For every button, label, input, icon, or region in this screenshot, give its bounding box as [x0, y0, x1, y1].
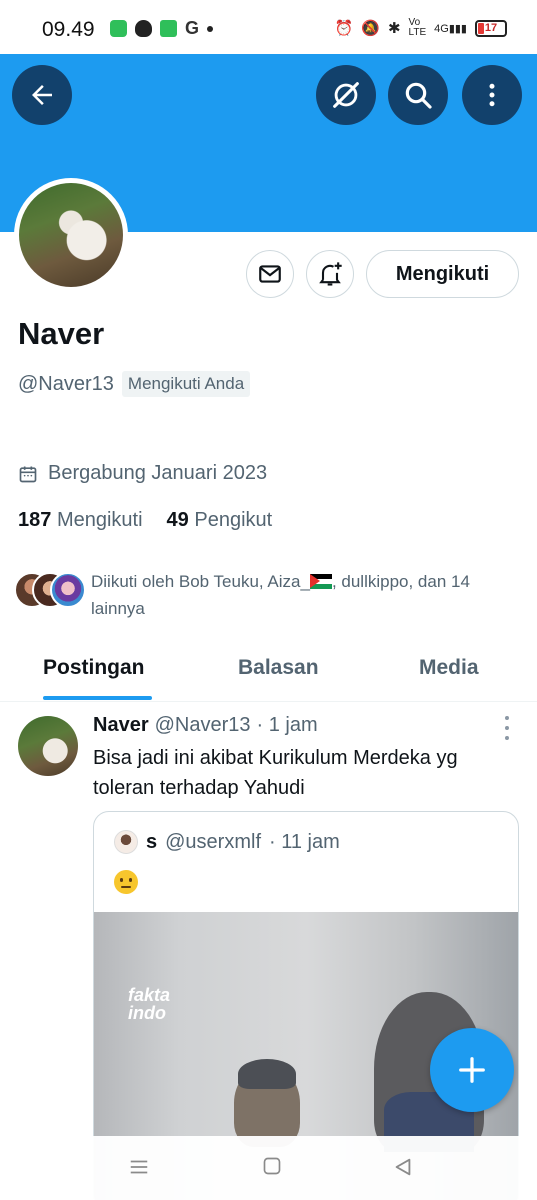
bluetooth-icon: ✱ — [387, 20, 401, 37]
calendar-icon — [19, 466, 37, 482]
menu-icon — [130, 1160, 148, 1174]
joined-date: Bergabung Januari 2023 — [18, 462, 267, 485]
message-icon — [160, 20, 177, 37]
follow-stats: 187 Mengikuti 49 Pengikut — [18, 509, 272, 532]
more-notifications-icon — [207, 25, 214, 32]
melting-face-emoji-icon — [114, 870, 138, 894]
followers-label: Pengikut — [194, 509, 273, 531]
signal-icon: 4G▮▮▮ — [434, 22, 467, 35]
more-options-button[interactable] — [462, 65, 522, 125]
alarm-icon: ⏰ — [334, 20, 354, 37]
recents-button[interactable] — [128, 1156, 150, 1183]
mute-icon: 🔕 — [361, 20, 380, 37]
app-notification-icon — [110, 20, 127, 37]
follower-avatar — [50, 572, 86, 608]
quote-time: · 11 jam — [269, 830, 340, 853]
tab-balasan[interactable]: Balasan — [238, 656, 319, 680]
quote-author-handle: @userxmlf — [165, 830, 261, 853]
dot-icon — [505, 726, 509, 730]
followed-by-section[interactable]: Diikuti oleh Bob Teuku, Aiza_, dullkippo… — [14, 566, 524, 618]
tweet-header: Naver @Naver13 · 1 jam — [93, 714, 318, 737]
profile-handle: @Naver13 — [18, 372, 114, 395]
search-icon — [405, 82, 432, 109]
profile-name: Naver — [18, 316, 105, 351]
follows-you-badge: Mengikuti Anda — [121, 371, 251, 397]
followers-count: 49 — [166, 509, 189, 531]
status-bar: 09.49 G ⏰ 🔕 ✱ Vo LTE 4G▮▮▮ 17 — [0, 0, 537, 54]
network-type: 4G — [434, 22, 449, 35]
square-icon — [263, 1157, 281, 1175]
grok-button[interactable] — [316, 65, 376, 125]
system-icons: ⏰ 🔕 ✱ Vo LTE 4G▮▮▮ 17 — [335, 18, 507, 38]
system-back-button[interactable] — [392, 1156, 414, 1183]
dot-icon — [505, 736, 509, 740]
bell-plus-icon — [319, 262, 342, 286]
google-icon: G — [185, 18, 200, 38]
following-count: 187 — [18, 509, 52, 531]
system-navigation-bar — [0, 1136, 537, 1200]
status-time: 09.49 — [42, 18, 95, 41]
tweet-more-button[interactable] — [500, 716, 514, 740]
triangle-back-icon — [395, 1158, 411, 1176]
battery-icon: 17 — [475, 19, 507, 37]
video-person — [234, 1059, 300, 1147]
shield-icon — [135, 20, 152, 37]
quote-author-name: s — [146, 830, 158, 853]
message-button[interactable] — [246, 250, 294, 298]
followers-stat[interactable]: 49 Pengikut — [167, 509, 273, 532]
quote-header: s @userxmlf · 11 jam — [114, 830, 340, 854]
tweet-author-name[interactable]: Naver — [93, 714, 149, 737]
following-button[interactable]: Mengikuti — [366, 250, 519, 298]
profile-tabs: Postingan Balasan Media — [0, 640, 537, 702]
tab-media[interactable]: Media — [419, 656, 479, 680]
tab-postingan[interactable]: Postingan — [43, 656, 145, 680]
handle-row: @Naver13 Mengikuti Anda — [18, 371, 251, 397]
profile-avatar[interactable] — [14, 178, 128, 292]
tweet-time: · 1 jam — [256, 714, 318, 736]
joined-text: Bergabung Januari 2023 — [48, 462, 268, 484]
tweet-avatar[interactable] — [18, 716, 78, 776]
following-label: Mengikuti — [56, 509, 143, 531]
notification-icons: G — [110, 18, 214, 38]
mail-icon — [259, 265, 281, 283]
tweet-text: Bisa jadi ini akibat Kurikulum Merdeka y… — [93, 747, 458, 799]
tweet-author-handle: @Naver13 — [154, 714, 251, 736]
more-vertical-icon — [489, 83, 495, 107]
followed-by-text: Diikuti oleh Bob Teuku, Aiza_, dullkippo… — [91, 568, 521, 622]
back-button[interactable] — [12, 65, 72, 125]
video-watermark: fakta indo — [128, 986, 170, 1022]
dot-icon — [505, 716, 509, 720]
following-stat[interactable]: 187 Mengikuti — [18, 509, 143, 532]
grok-icon — [333, 82, 359, 108]
followed-by-prefix: Diikuti oleh Bob Teuku, Aiza_ — [91, 572, 310, 591]
notify-button[interactable] — [306, 250, 354, 298]
home-button[interactable] — [262, 1156, 282, 1181]
watermark-line-2: indo — [128, 1003, 166, 1023]
battery-level: 17 — [484, 21, 498, 34]
volte-icon: Vo LTE — [408, 17, 427, 38]
cat-avatar-image — [19, 183, 123, 287]
plus-icon — [459, 1057, 485, 1083]
watermark-line-1: fakta — [128, 985, 171, 1005]
palestine-flag-icon — [309, 574, 332, 589]
arrow-left-icon — [32, 85, 52, 105]
active-tab-indicator — [43, 696, 152, 700]
search-button[interactable] — [388, 65, 448, 125]
compose-button[interactable] — [430, 1028, 514, 1112]
followed-by-avatars — [14, 572, 86, 608]
quote-avatar — [114, 830, 138, 854]
